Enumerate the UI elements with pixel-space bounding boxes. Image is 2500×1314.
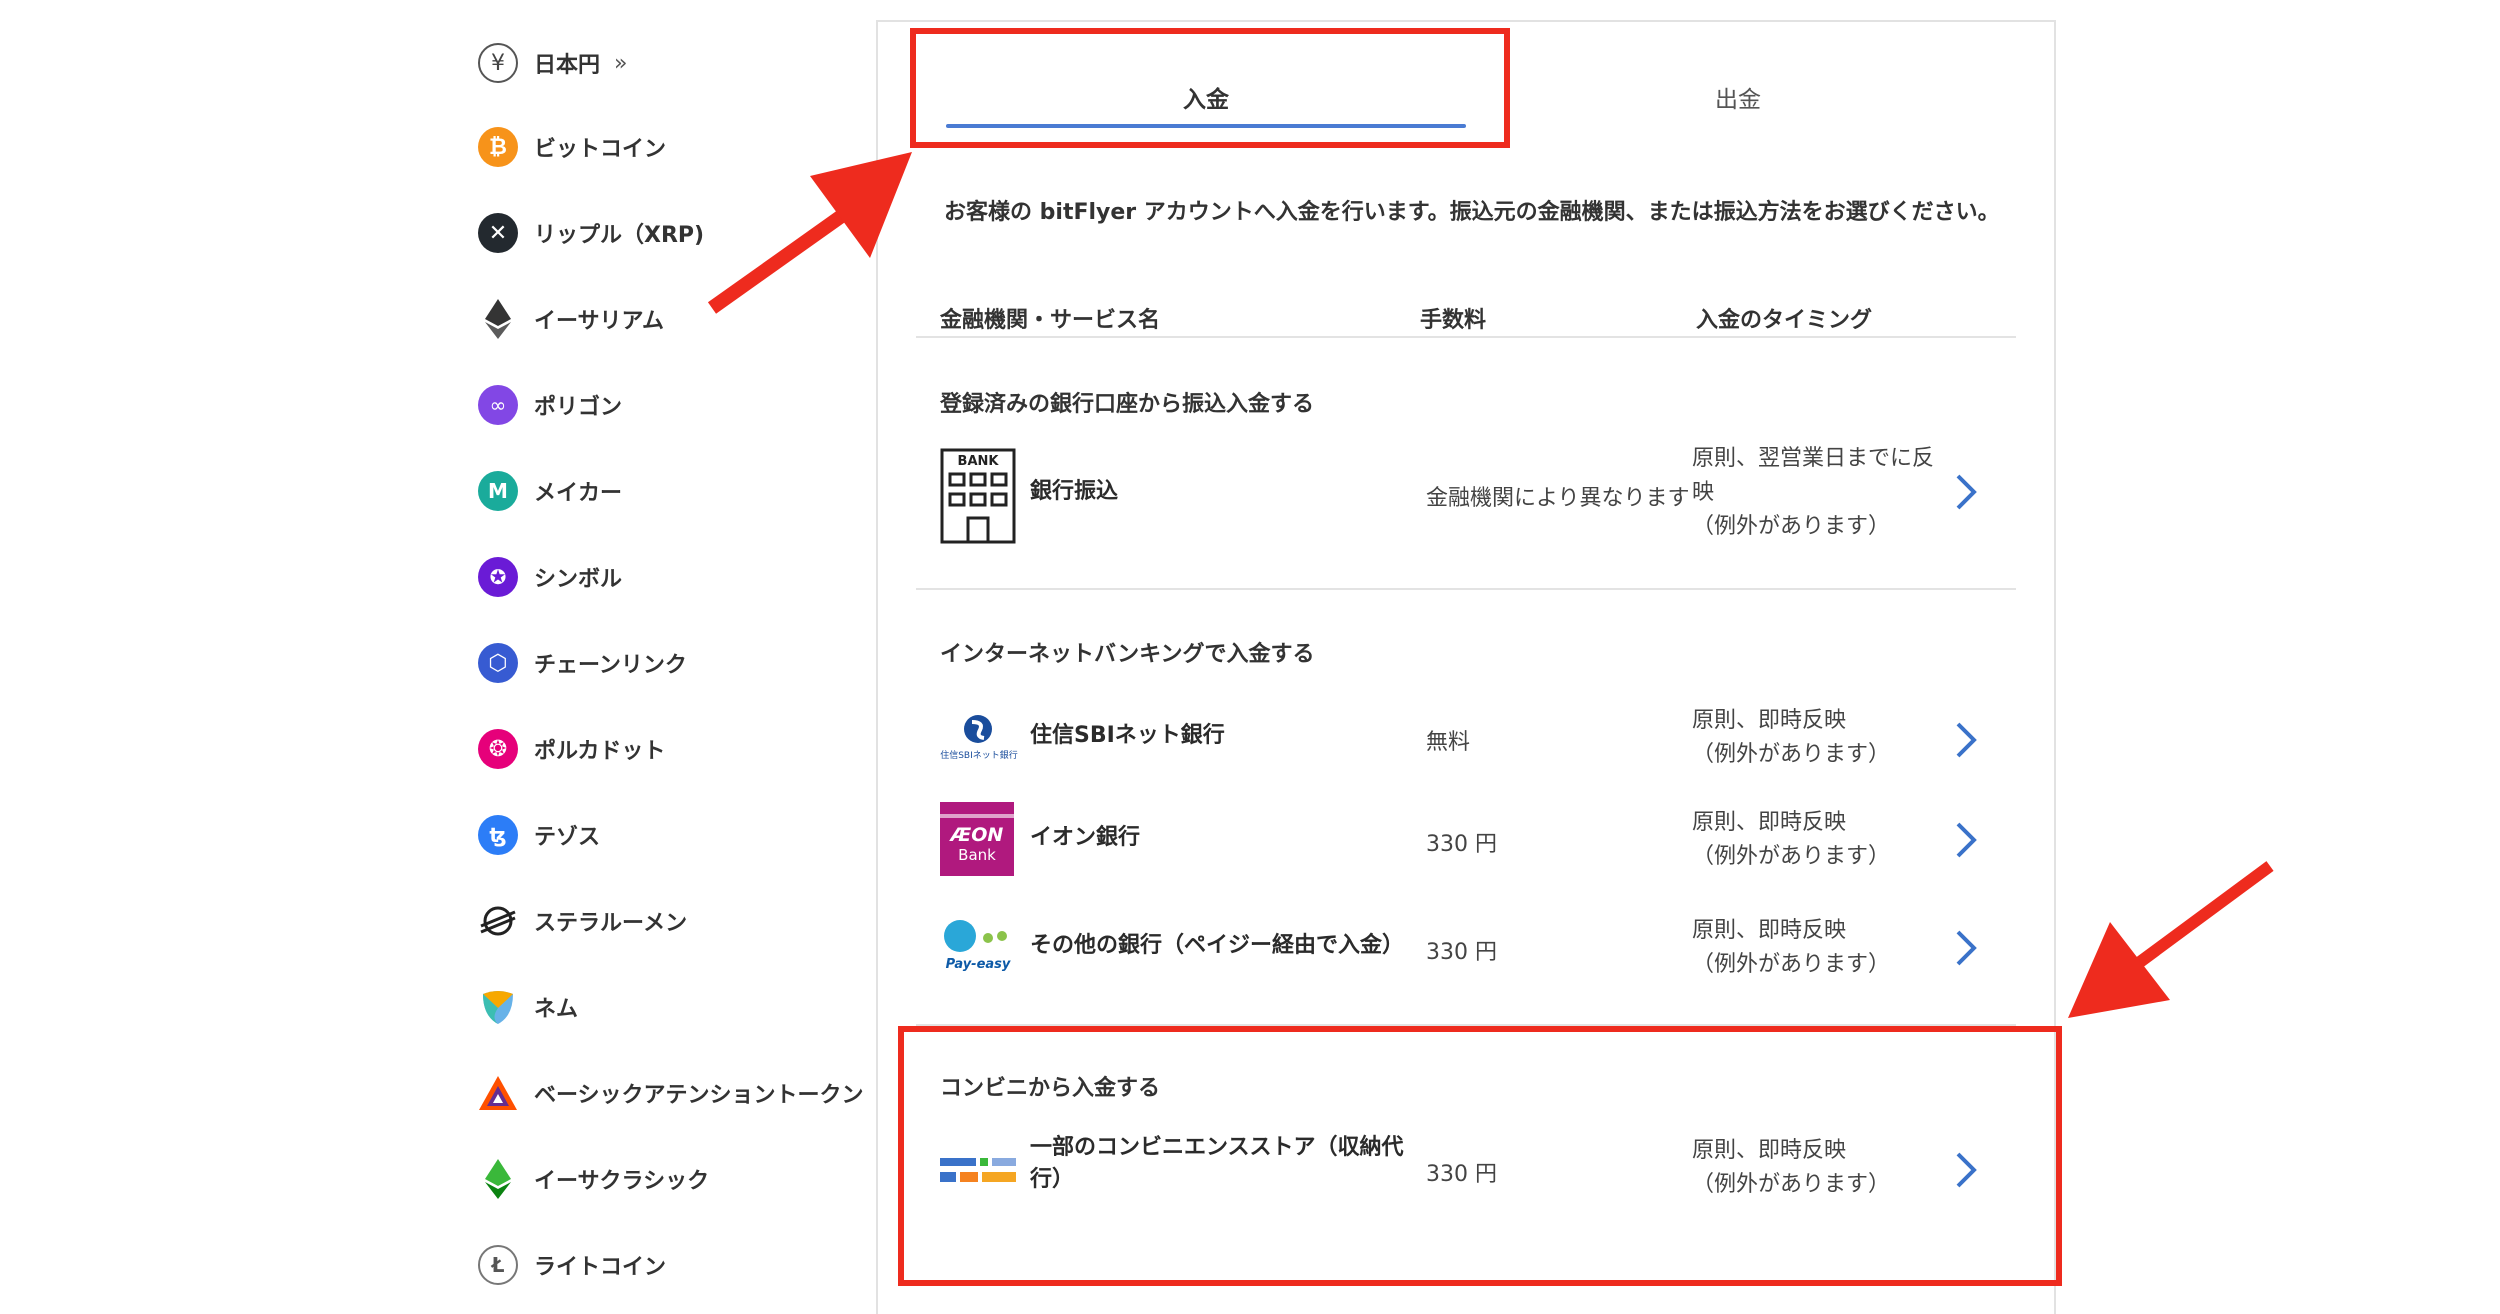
deposit-option-aeon[interactable]: ÆON Bank イオン銀行 330 円 原則、即時反映 （例外があります） [940, 802, 2010, 882]
sidebar-item-xrp[interactable]: ✕ リップル（XRP) [478, 211, 704, 255]
sidebar-item-symbol[interactable]: ✪ シンボル [478, 555, 622, 599]
sidebar-label: イーサクラシック [534, 1169, 710, 1194]
column-header-name: 金融機関・サービス名 [940, 308, 1161, 333]
option-timing: 原則、即時反映 （例外があります） [1692, 914, 1890, 982]
sidebar-label: ポリゴン [534, 395, 623, 420]
sidebar-label: ライトコイン [534, 1255, 667, 1280]
litecoin-icon: Ł [478, 1245, 518, 1285]
ethereum-classic-icon [478, 1159, 518, 1199]
option-name: イオン銀行 [1030, 825, 1141, 850]
logo-text: ÆON [950, 824, 1004, 846]
sidebar-item-litecoin[interactable]: Ł ライトコイン [478, 1243, 666, 1287]
option-name: その他の銀行（ペイジー経由で入金） [1030, 933, 1405, 958]
sbi-bank-logo: 住信SBIネット銀行 [940, 712, 1018, 766]
sidebar-item-tezos[interactable]: ꜩ テゾス [478, 813, 600, 857]
timing-line: 原則、即時反映 [1692, 810, 1847, 835]
timing-line: 映 [1692, 480, 1715, 505]
polkadot-icon: ❂ [478, 729, 518, 769]
annotation-arrow-to-tab [707, 152, 912, 314]
bat-icon [478, 1073, 518, 1113]
sidebar-item-polygon[interactable]: ∞ ポリゴン [478, 383, 622, 427]
tezos-icon: ꜩ [478, 815, 518, 855]
annotation-highlight-deposit-tab [910, 28, 1510, 148]
payeasy-logo: Pay-easy [940, 916, 1016, 976]
sidebar-label: テゾス [534, 825, 601, 850]
deposit-option-payeasy[interactable]: Pay-easy その他の銀行（ペイジー経由で入金） 330 円 原則、即時反映… [940, 910, 2010, 990]
timing-line: （例外があります） [1692, 952, 1891, 977]
section-title-registered: 登録済みの銀行口座から振込入金する [940, 392, 1315, 417]
xrp-icon: ✕ [478, 213, 518, 253]
timing-line: （例外があります） [1692, 514, 1891, 539]
option-timing: 原則、即時反映 （例外があります） [1692, 806, 1890, 874]
svg-text:Pay-easy: Pay-easy [946, 957, 1011, 972]
svg-text:BANK: BANK [958, 454, 1000, 469]
timing-line: 原則、即時反映 [1692, 918, 1847, 943]
sidebar-label: ネム [534, 997, 579, 1022]
sidebar-item-maker[interactable]: M メイカー [478, 469, 622, 513]
annotation-arrow-to-convenience [2068, 861, 2274, 1018]
maker-icon: M [478, 471, 518, 511]
sidebar-label: ポルカドット [534, 739, 666, 764]
sidebar-label: 日本円 [534, 53, 601, 78]
sidebar-label: シンボル [534, 567, 623, 592]
option-fee: 金融機関により異なります [1426, 486, 1690, 511]
sidebar-item-chainlink[interactable]: ⬡ チェーンリンク [478, 641, 687, 685]
section-title-internet: インターネットバンキングで入金する [940, 642, 1315, 667]
ethereum-icon [478, 299, 518, 339]
aeon-bank-logo: ÆON Bank [940, 802, 1014, 876]
option-name: 住信SBIネット銀行 [1030, 723, 1225, 748]
timing-line: 原則、翌営業日までに反 [1692, 446, 1935, 471]
logo-subtext: Bank [958, 846, 996, 864]
option-fee: 330 円 [1426, 940, 1497, 965]
deposit-option-sbi[interactable]: 住信SBIネット銀行 住信SBIネット銀行 無料 原則、即時反映 （例外がありま… [940, 706, 2010, 786]
logo-stripe [940, 814, 1014, 818]
symbol-icon: ✪ [478, 557, 518, 597]
option-fee: 無料 [1426, 730, 1471, 755]
sidebar-item-bat[interactable]: ベーシックアテンショントークン [478, 1071, 864, 1115]
chevron-right-icon [1954, 820, 1978, 864]
sidebar-item-bitcoin[interactable]: ₿ ビットコイン [478, 125, 666, 169]
sidebar-label: ビットコイン [534, 137, 667, 162]
sidebar-label: チェーンリンク [534, 653, 687, 678]
sidebar-label: ベーシックアテンショントークン [534, 1083, 864, 1108]
sidebar-label: イーサリアム [534, 309, 665, 334]
nem-icon [478, 987, 518, 1027]
sidebar-label: リップル（XRP) [534, 223, 705, 248]
sidebar-item-stellar[interactable]: ステラルーメン [478, 899, 687, 943]
annotation-highlight-convenience-store [898, 1026, 2062, 1286]
sidebar-item-jpy[interactable]: ¥ 日本円 » [478, 41, 627, 85]
sidebar-label: メイカー [534, 481, 623, 506]
divider [916, 588, 2016, 590]
chevron-right-icon [1954, 720, 1978, 764]
option-timing: 原則、翌営業日までに反 映 （例外があります） [1692, 442, 1934, 544]
sidebar-label: ステラルーメン [534, 911, 688, 936]
svg-text:住信SBIネット銀行: 住信SBIネット銀行 [940, 749, 1018, 761]
column-header-fee: 手数料 [1420, 308, 1487, 333]
sidebar-item-ethereum[interactable]: イーサリアム [478, 297, 664, 341]
sidebar-item-nem[interactable]: ネム [478, 985, 578, 1029]
timing-line: （例外があります） [1692, 844, 1891, 869]
yen-icon: ¥ [478, 43, 518, 83]
bank-building-icon: BANK [940, 448, 1016, 548]
double-chevron-right-icon: » [614, 50, 628, 76]
deposit-option-bank-transfer[interactable]: BANK 銀行振込 金融機関により異なります 原則、翌営業日までに反 映 （例外… [940, 442, 2010, 544]
tab-withdraw[interactable]: 出金 [1478, 62, 1998, 132]
sidebar-item-polkadot[interactable]: ❂ ポルカドット [478, 727, 665, 771]
option-timing: 原則、即時反映 （例外があります） [1692, 704, 1890, 772]
polygon-icon: ∞ [478, 385, 518, 425]
stellar-icon [478, 901, 518, 941]
option-name: 銀行振込 [1030, 479, 1119, 504]
sidebar-item-ethereum-classic[interactable]: イーサクラシック [478, 1157, 709, 1201]
deposit-instructions: お客様の bitFlyer アカウントへ入金を行います。振込元の金融機関、または… [944, 200, 2000, 225]
chevron-right-icon [1954, 472, 1978, 516]
timing-line: （例外があります） [1692, 742, 1891, 767]
divider [916, 336, 2016, 338]
chainlink-icon: ⬡ [478, 643, 518, 683]
timing-line: 原則、即時反映 [1692, 708, 1847, 733]
bitcoin-icon: ₿ [478, 127, 518, 167]
option-fee: 330 円 [1426, 832, 1497, 857]
chevron-right-icon [1954, 928, 1978, 972]
column-header-timing: 入金のタイミング [1696, 308, 1873, 333]
